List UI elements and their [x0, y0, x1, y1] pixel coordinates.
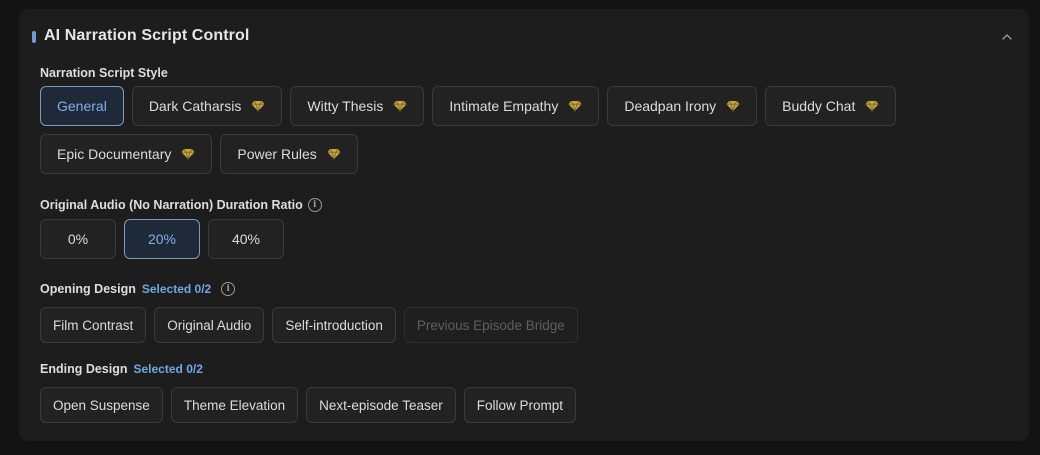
panel-header: AI Narration Script Control	[19, 9, 1029, 65]
ratio-option-label: 20%	[147, 231, 177, 247]
narration-script-panel: AI Narration Script Control Narration Sc…	[19, 9, 1029, 441]
opening-option-label: Film Contrast	[53, 317, 134, 333]
duration-ratio-section: Original Audio (No Narration) Duration R…	[40, 197, 322, 213]
ending-design-section: Ending Design Selected 0/2	[40, 362, 203, 376]
ratio-option-0-percent[interactable]: 0%	[40, 219, 116, 259]
ending-option-follow-prompt[interactable]: Follow Prompt	[463, 387, 576, 423]
ratio-option-label: 0%	[67, 231, 89, 247]
ending-option-label: Open Suspense	[53, 397, 150, 413]
ending-design-label: Ending Design	[40, 362, 128, 376]
script-style-label: Narration Script Style	[40, 66, 168, 80]
diamond-icon	[327, 148, 341, 160]
info-icon[interactable]: i	[221, 281, 236, 296]
style-option-deadpan-irony[interactable]: Deadpan Irony	[607, 86, 758, 126]
style-option-label: Deadpan Irony	[624, 98, 717, 114]
style-option-power-rules[interactable]: Power Rules	[220, 134, 358, 174]
panel-title: AI Narration Script Control	[44, 27, 250, 44]
title-accent-bar	[32, 31, 36, 43]
diamond-icon	[393, 100, 407, 112]
ratio-option-20-percent[interactable]: 20%	[124, 219, 200, 259]
ending-option-label: Theme Elevation	[183, 397, 286, 413]
duration-ratio-label: Original Audio (No Narration) Duration R…	[40, 198, 303, 212]
script-style-row-1: General Dark Catharsis Witty Thesis Intimat…	[40, 86, 897, 126]
opening-option-previous-episode-bridge: Previous Episode Bridge	[403, 307, 578, 343]
style-option-label: Power Rules	[237, 146, 317, 162]
ending-option-open-suspense[interactable]: Open Suspense	[40, 387, 163, 423]
diamond-icon	[568, 100, 582, 112]
ratio-option-label: 40%	[231, 231, 261, 247]
style-option-intimate-empathy[interactable]: Intimate Empathy	[432, 86, 600, 126]
ending-option-theme-elevation[interactable]: Theme Elevation	[170, 387, 299, 423]
opening-design-options: Film Contrast Original Audio Self-introduc…	[40, 307, 578, 343]
style-option-label: Buddy Chat	[782, 98, 856, 114]
style-option-dark-catharsis[interactable]: Dark Catharsis	[131, 86, 283, 126]
ending-option-next-episode-teaser[interactable]: Next-episode Teaser	[306, 387, 456, 423]
diamond-icon	[251, 100, 265, 112]
opening-design-label: Opening Design	[40, 282, 136, 296]
opening-option-self-introduction[interactable]: Self-introduction	[272, 307, 396, 343]
ratio-option-40-percent[interactable]: 40%	[208, 219, 284, 259]
opening-design-section: Opening Design Selected 0/2 i	[40, 281, 236, 297]
style-option-general[interactable]: General	[40, 86, 124, 126]
diamond-icon	[726, 100, 740, 112]
duration-ratio-options: 0% 20% 40%	[40, 219, 284, 259]
style-option-buddy-chat[interactable]: Buddy Chat	[765, 86, 897, 126]
style-option-label: General	[57, 98, 107, 114]
style-option-witty-thesis[interactable]: Witty Thesis	[290, 86, 425, 126]
style-option-label: Witty Thesis	[307, 98, 384, 114]
diamond-icon	[181, 148, 195, 160]
diamond-icon	[865, 100, 879, 112]
opening-option-original-audio[interactable]: Original Audio	[154, 307, 265, 343]
style-option-epic-documentary[interactable]: Epic Documentary	[40, 134, 213, 174]
opening-option-label: Self-introduction	[285, 317, 383, 333]
info-icon[interactable]: i	[307, 197, 322, 212]
opening-selected-counter: Selected 0/2	[141, 282, 212, 296]
ending-option-label: Next-episode Teaser	[319, 397, 443, 413]
ending-option-label: Follow Prompt	[476, 397, 563, 413]
opening-option-label: Previous Episode Bridge	[416, 317, 565, 333]
style-option-label: Dark Catharsis	[148, 98, 242, 114]
style-option-label: Intimate Empathy	[449, 98, 559, 114]
ending-design-options: Open Suspense Theme Elevation Next-episode…	[40, 387, 576, 423]
chevron-up-icon[interactable]	[999, 29, 1015, 45]
ending-selected-counter: Selected 0/2	[133, 362, 203, 376]
opening-option-film-contrast[interactable]: Film Contrast	[40, 307, 147, 343]
opening-option-label: Original Audio	[167, 317, 252, 333]
script-style-row-2: Epic Documentary Power Rules	[40, 134, 358, 174]
style-option-label: Epic Documentary	[57, 146, 172, 162]
